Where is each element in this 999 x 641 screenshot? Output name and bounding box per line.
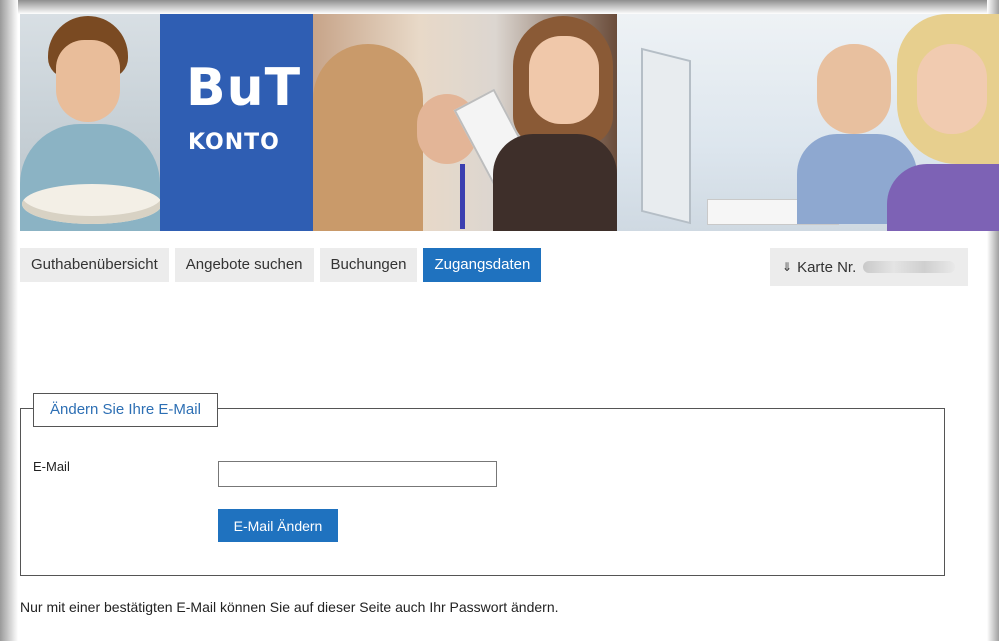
- photo-shape: [917, 44, 987, 134]
- email-change-fieldset: [20, 408, 945, 576]
- redacted-card-number: [863, 261, 956, 273]
- photo-shape: [817, 44, 891, 134]
- photo-shape: [641, 47, 691, 225]
- photo-shape: [56, 40, 120, 122]
- email-label: E-Mail: [33, 459, 70, 474]
- photo-shape: [529, 36, 599, 124]
- logo: BuT KONTO: [160, 14, 313, 231]
- banner-photo-classroom: [313, 14, 617, 231]
- card-number-label: Karte Nr.: [797, 258, 857, 276]
- card-number-dropdown[interactable]: ⇓ Karte Nr.: [770, 248, 968, 286]
- tab-angebote-suchen[interactable]: Angebote suchen: [174, 248, 314, 282]
- banner-photo-computer-class: [617, 14, 999, 231]
- photo-shape: [493, 134, 617, 231]
- photo-shape: [887, 164, 999, 231]
- window-shadow-top: [0, 0, 999, 14]
- banner-photo-boy: [20, 14, 162, 231]
- down-arrow-icon: ⇓: [782, 260, 793, 274]
- photo-shape: [22, 184, 162, 224]
- window-shadow-left: [0, 0, 18, 641]
- tab-guthabenuebersicht[interactable]: Guthabenübersicht: [20, 248, 169, 282]
- photo-shape: [313, 44, 423, 231]
- logo-title: BuT: [186, 58, 302, 118]
- photo-shape: [460, 164, 465, 229]
- email-fieldset-legend: Ändern Sie Ihre E-Mail: [33, 393, 218, 427]
- header-banner: BuT KONTO: [20, 14, 999, 231]
- page: BuT KONTO Guthabenübersicht Angebote suc…: [0, 0, 999, 641]
- password-hint-text: Nur mit einer bestätigten E-Mail können …: [20, 599, 559, 615]
- logo-subtitle: KONTO: [188, 130, 280, 155]
- tab-buchungen[interactable]: Buchungen: [319, 248, 418, 282]
- email-field[interactable]: [218, 461, 497, 487]
- tab-zugangsdaten[interactable]: Zugangsdaten: [423, 248, 542, 282]
- main-navigation: Guthabenübersicht Angebote suchen Buchun…: [20, 248, 542, 282]
- change-email-button[interactable]: E-Mail Ändern: [218, 509, 338, 542]
